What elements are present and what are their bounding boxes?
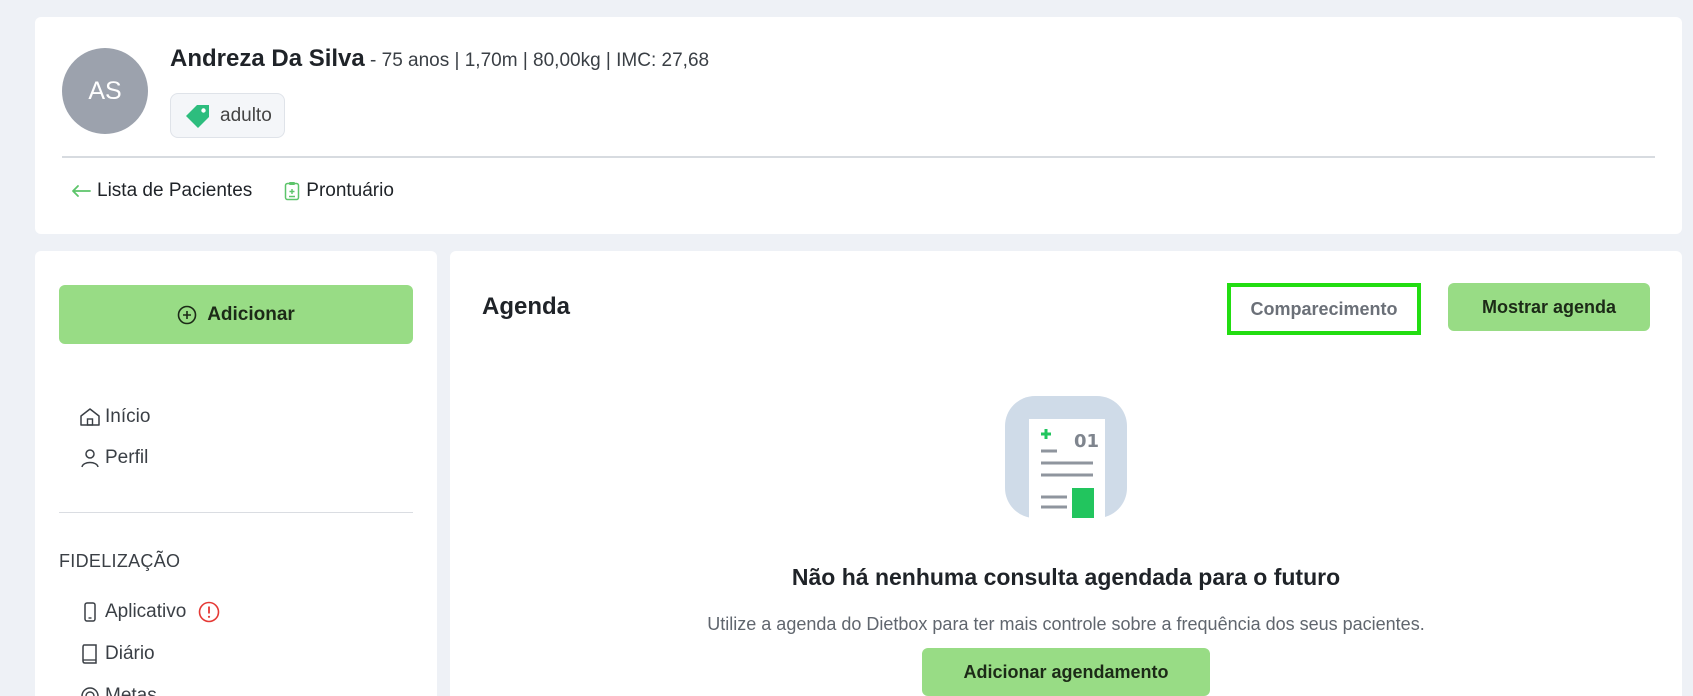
agenda-panel: Agenda Comparecimento Mostrar agenda 01 … [450, 251, 1682, 696]
patient-summary: Andreza Da Silva - 75 anos | 1,70m | 80,… [170, 45, 709, 73]
back-to-patients-label: Lista de Pacientes [97, 180, 253, 201]
avatar: AS [62, 48, 148, 134]
home-icon [80, 408, 100, 426]
add-button-label: Adicionar [207, 303, 295, 325]
page-title: Agenda [482, 293, 571, 320]
target-icon [81, 687, 99, 696]
sidebar-divider [59, 512, 413, 513]
patient-meta: - 75 anos | 1,70m | 80,00kg | IMC: 27,68 [364, 50, 710, 71]
add-schedule-button[interactable]: Adicionar agendamento [922, 648, 1210, 696]
medical-record-link[interactable]: Prontuário [284, 180, 394, 202]
back-to-patients-link[interactable]: Lista de Pacientes [71, 180, 252, 202]
sidebar-item-perfil[interactable]: Perfil [79, 447, 148, 469]
sidebar-item-label: Diário [105, 643, 155, 664]
breadcrumb: Lista de Pacientes Prontuário [71, 180, 394, 202]
section-title-fidelizacao: FIDELIZAÇÃO [59, 551, 181, 571]
sidebar-item-aplicativo[interactable]: Aplicativo [79, 601, 220, 623]
empty-state-subtitle: Utilize a agenda do Dietbox para ter mai… [707, 614, 1425, 634]
sidebar-item-label: Perfil [105, 447, 149, 468]
sidebar-item-metas[interactable]: Metas [79, 685, 157, 696]
clipboard-icon [285, 182, 300, 201]
plus-circle-icon [177, 305, 197, 324]
patient-tag[interactable]: adulto [170, 93, 285, 138]
empty-state-title: Não há nenhuma consulta agendada para o … [791, 564, 1341, 590]
attendance-button[interactable]: Comparecimento [1227, 283, 1421, 335]
alert-icon [199, 601, 220, 623]
sidebar-item-inicio[interactable]: Início [79, 406, 150, 428]
patient-name: Andreza Da Silva [170, 45, 365, 72]
phone-icon [84, 602, 96, 622]
arrow-left-icon [72, 185, 91, 197]
avatar-initials: AS [88, 76, 122, 105]
header-divider [62, 156, 1655, 158]
illustration-number: 01 [1074, 431, 1099, 452]
sidebar-item-label: Aplicativo [105, 601, 187, 622]
calendar-illustration-icon: 01 [1005, 396, 1127, 518]
book-icon [82, 644, 97, 664]
patient-header-card: AS Andreza Da Silva - 75 anos | 1,70m | … [35, 17, 1682, 234]
patient-tag-label: adulto [220, 104, 272, 126]
add-button[interactable]: Adicionar [59, 285, 413, 344]
sidebar-item-label: Metas [105, 685, 157, 696]
sidebar: Adicionar Início Perfil FIDELIZAÇÃO Apli… [35, 251, 437, 696]
tag-icon [186, 104, 209, 128]
medical-record-label: Prontuário [306, 180, 394, 201]
sidebar-item-diario[interactable]: Diário [79, 643, 155, 665]
show-agenda-button[interactable]: Mostrar agenda [1448, 283, 1650, 331]
user-icon [81, 449, 99, 468]
sidebar-item-label: Início [105, 406, 151, 427]
